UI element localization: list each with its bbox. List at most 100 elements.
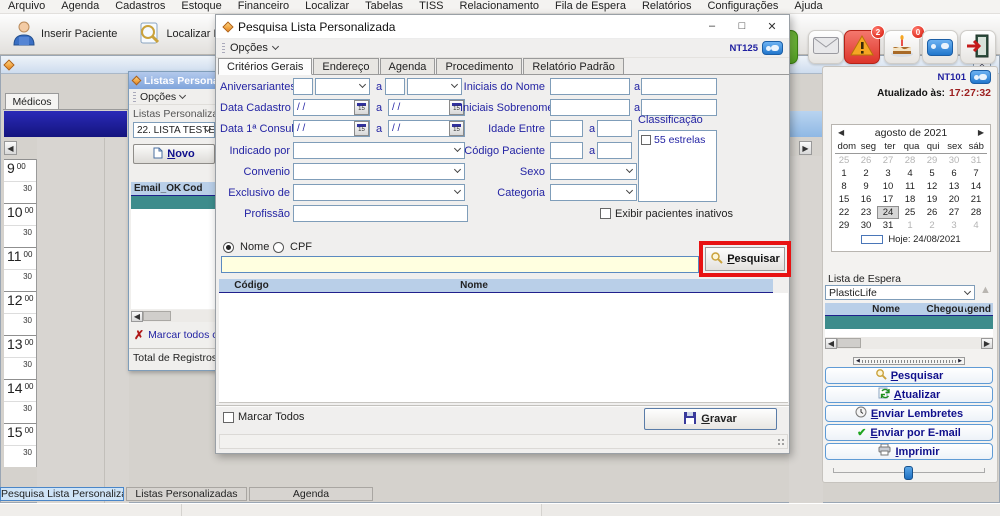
dialog-options-menu[interactable]: Opções NT125 xyxy=(216,39,789,58)
menu-configurações[interactable]: Configurações xyxy=(699,0,786,13)
calendar-day[interactable]: 18 xyxy=(899,193,921,206)
calendar-day[interactable]: 19 xyxy=(921,193,943,206)
tab-medicos[interactable]: Médicos xyxy=(5,93,59,109)
alerts-button[interactable]: 2 xyxy=(844,30,880,64)
menu-arquivo[interactable]: Arquivo xyxy=(0,0,53,13)
calendar-day[interactable]: 25 xyxy=(899,206,921,219)
waitlist-search-button[interactable]: Pesquisar xyxy=(825,367,993,384)
calendar-day[interactable]: 4 xyxy=(965,219,987,232)
support-chat-icon[interactable] xyxy=(970,70,991,84)
close-button[interactable]: ✕ xyxy=(757,15,787,37)
dialog-tab-5[interactable]: Relatório Padrão xyxy=(523,58,624,74)
menu-fila-de-espera[interactable]: Fila de Espera xyxy=(547,0,634,13)
save-button[interactable]: Gravar xyxy=(644,408,777,430)
search-button[interactable]: Pesquisar xyxy=(705,247,785,271)
calendar-day[interactable]: 13 xyxy=(943,180,965,193)
print-button[interactable]: Imprimir xyxy=(825,443,993,460)
support-chat-icon[interactable] xyxy=(762,41,783,55)
send-reminders-button[interactable]: Enviar Lembretes xyxy=(825,405,993,422)
insurance-select[interactable] xyxy=(293,163,465,180)
calendar-day[interactable]: 1 xyxy=(899,219,921,232)
menu-localizar[interactable]: Localizar xyxy=(297,0,357,13)
agenda-scroll-left-button[interactable]: ◀ xyxy=(4,141,17,155)
calendar-day[interactable]: 28 xyxy=(965,206,987,219)
birthday-month-from-select[interactable] xyxy=(315,78,370,95)
calendar-day[interactable]: 9 xyxy=(855,180,877,193)
waiting-list-select[interactable]: PlasticLife xyxy=(825,285,975,300)
show-inactive-checkbox[interactable] xyxy=(600,208,611,219)
slider-handle[interactable] xyxy=(904,466,913,480)
calendar-day[interactable]: 2 xyxy=(921,219,943,232)
calendar-day[interactable]: 5 xyxy=(921,167,943,180)
email-button[interactable] xyxy=(808,30,844,64)
slider-left-arrow[interactable]: ◀ xyxy=(856,359,860,364)
calendar-day[interactable]: 30 xyxy=(943,154,965,167)
name-initials-from-input[interactable] xyxy=(550,78,630,95)
calendar-day[interactable]: 27 xyxy=(943,206,965,219)
calendar-day[interactable]: 2 xyxy=(855,167,877,180)
scroll-thumb[interactable] xyxy=(143,311,171,321)
calendar-day[interactable]: 26 xyxy=(855,154,877,167)
mark-all-checkbox[interactable]: Marcar Todos xyxy=(223,411,304,423)
maximize-button[interactable]: □ xyxy=(727,15,757,37)
register-date-to-input[interactable]: / / xyxy=(388,99,465,116)
calendar-day[interactable]: 23 xyxy=(855,206,877,219)
mark-all-link[interactable]: ✗ Marcar todos c xyxy=(134,328,218,342)
agenda-grid-area[interactable] xyxy=(37,138,129,516)
calendar-day[interactable]: 6 xyxy=(943,167,965,180)
resize-grip[interactable] xyxy=(777,438,785,446)
calendar-day[interactable]: 3 xyxy=(943,219,965,232)
surname-initials-from-input[interactable] xyxy=(550,99,630,116)
calendar-day[interactable]: 27 xyxy=(877,154,899,167)
first-visit-date-to-input[interactable]: / / xyxy=(388,120,465,137)
menu-ajuda[interactable]: Ajuda xyxy=(786,0,830,13)
calendar-day[interactable]: 17 xyxy=(877,193,899,206)
menu-cadastros[interactable]: Cadastros xyxy=(107,0,173,13)
stars-checkbox[interactable] xyxy=(641,135,651,145)
radio-nome[interactable]: Nome xyxy=(223,241,269,253)
calendar-day[interactable]: 8 xyxy=(833,180,855,193)
calendar-next-icon[interactable]: ▶ xyxy=(978,128,984,137)
menu-tabelas[interactable]: Tabelas xyxy=(357,0,411,13)
calendar-day[interactable]: 14 xyxy=(965,180,987,193)
calendar-day[interactable]: 16 xyxy=(855,193,877,206)
profession-input[interactable] xyxy=(293,205,468,222)
patient-code-from-input[interactable] xyxy=(550,142,583,159)
birthday-month-to-select[interactable] xyxy=(407,78,462,95)
bottom-tab-pesquisa-lista[interactable]: Pesquisa Lista Personalizada xyxy=(0,487,124,501)
scroll-left-icon[interactable]: ◀ xyxy=(131,311,143,322)
new-list-button[interactable]: Novo xyxy=(133,144,215,164)
scroll-thumb[interactable] xyxy=(837,338,861,348)
calendar-day[interactable]: 30 xyxy=(855,219,877,232)
calendar-day[interactable]: 26 xyxy=(921,206,943,219)
scroll-right-icon[interactable]: ▶ xyxy=(981,338,993,349)
menu-agenda[interactable]: Agenda xyxy=(53,0,107,13)
waiting-list-selected-row[interactable] xyxy=(825,316,993,329)
menu-financeiro[interactable]: Financeiro xyxy=(230,0,297,13)
birthday-day-from-input[interactable] xyxy=(293,78,313,95)
waiting-list-scrollbar[interactable]: ◀ ▶ xyxy=(825,337,993,349)
birthday-day-to-input[interactable] xyxy=(385,78,405,95)
exit-button[interactable] xyxy=(960,30,996,64)
search-text-input[interactable] xyxy=(221,256,699,273)
dialog-tab-2[interactable]: Endereço xyxy=(313,58,378,74)
exclusive-of-select[interactable] xyxy=(293,184,465,201)
register-date-from-input[interactable]: / / xyxy=(293,99,370,116)
minimize-button[interactable]: – xyxy=(697,15,727,37)
slider-right-arrow[interactable]: ▶ xyxy=(958,359,962,364)
calendar-day[interactable]: 25 xyxy=(833,154,855,167)
calendar-day[interactable]: 20 xyxy=(943,193,965,206)
calendar-day[interactable]: 31 xyxy=(877,219,899,232)
calendar-picker-icon[interactable] xyxy=(354,121,369,136)
bottom-tab-agenda[interactable]: Agenda xyxy=(249,487,373,501)
insert-patient-button[interactable]: Inserir Paciente xyxy=(6,18,123,51)
age-to-input[interactable] xyxy=(597,120,632,137)
calendar-prev-icon[interactable]: ◀ xyxy=(838,128,844,137)
calendar-day[interactable]: 10 xyxy=(877,180,899,193)
menu-tiss[interactable]: TISS xyxy=(411,0,451,13)
calendar-day[interactable]: 7 xyxy=(965,167,987,180)
patient-code-to-input[interactable] xyxy=(597,142,632,159)
radio-cpf[interactable]: CPF xyxy=(273,241,312,253)
name-initials-to-input[interactable] xyxy=(641,78,717,95)
calendar-day[interactable]: 12 xyxy=(921,180,943,193)
